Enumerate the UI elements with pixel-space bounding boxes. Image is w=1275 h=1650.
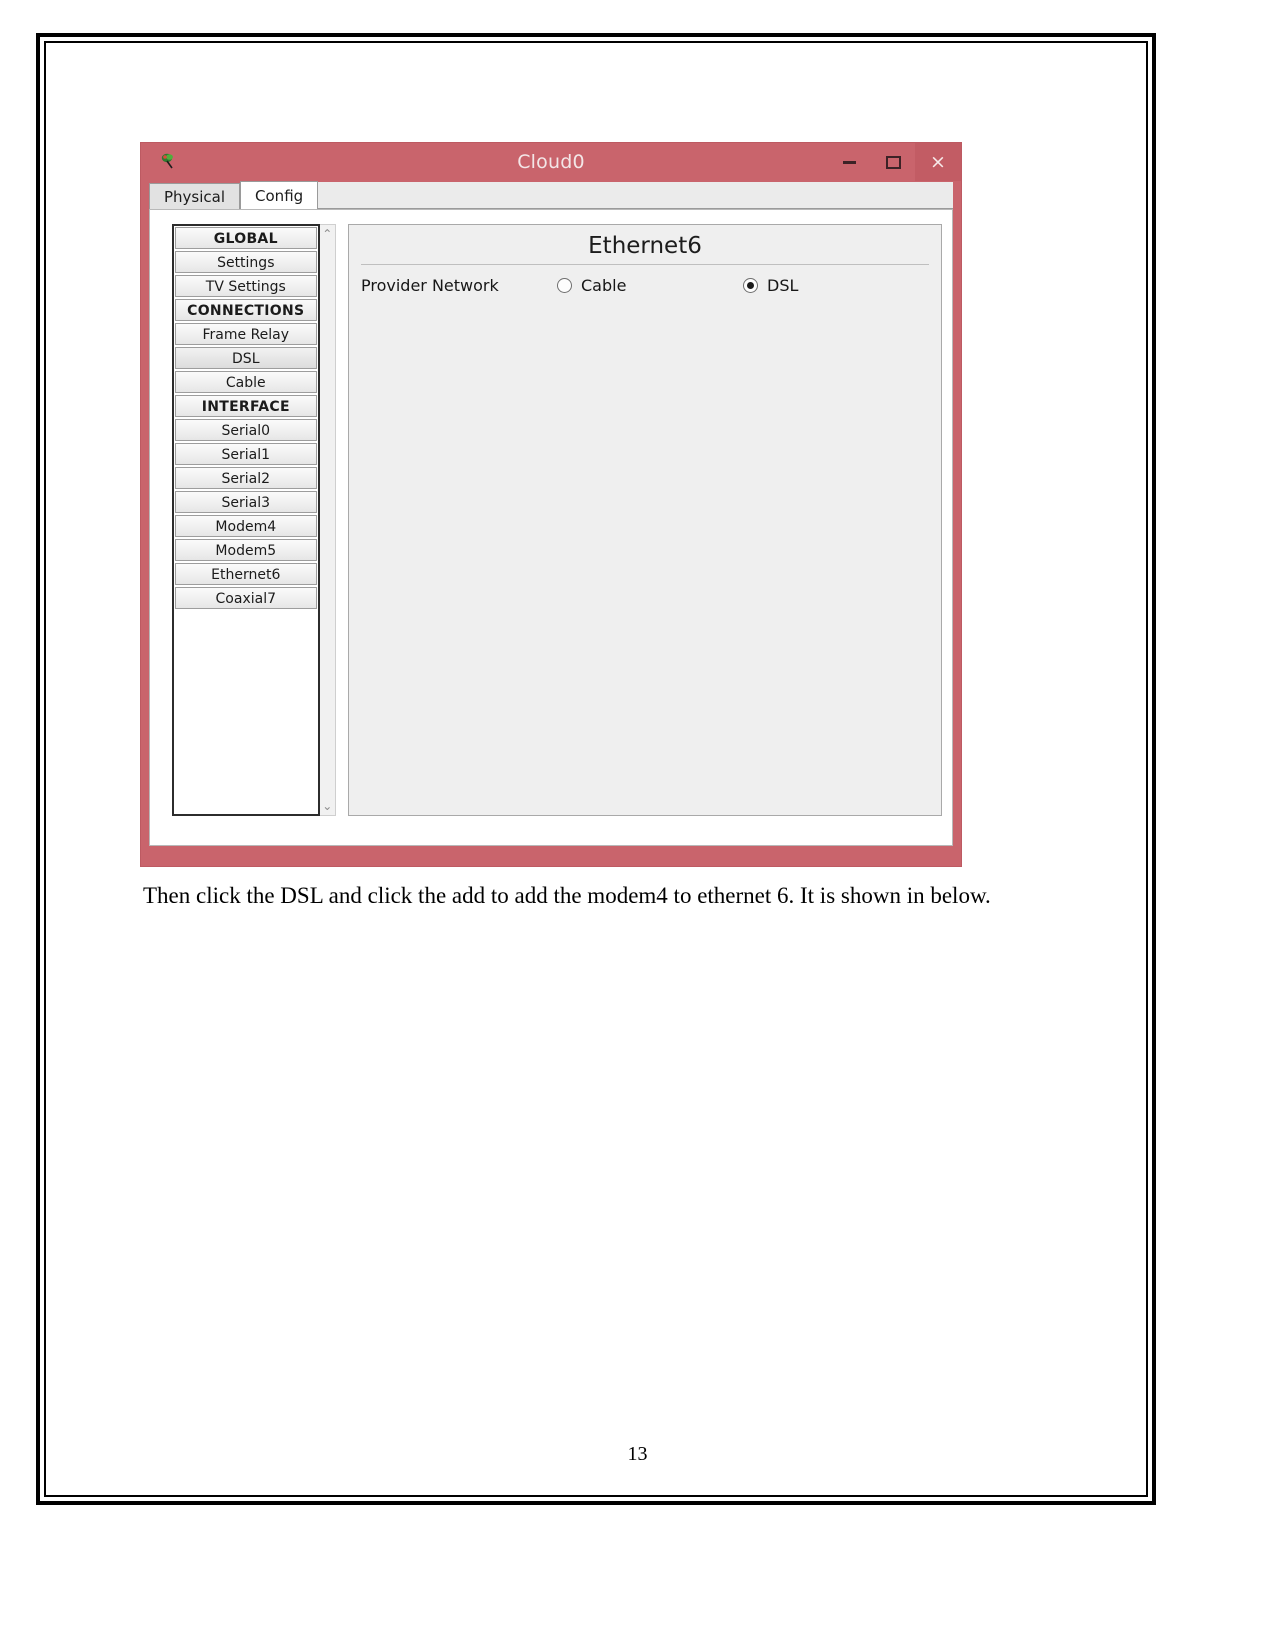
sidebar-item-serial1[interactable]: Serial1 [175,443,317,465]
sidebar-item-cable[interactable]: Cable [175,371,317,393]
provider-network-label: Provider Network [361,276,499,295]
sidebar-item-modem4[interactable]: Modem4 [175,515,317,537]
close-button[interactable]: × [915,143,961,181]
radio-dsl-label: DSL [767,276,799,295]
window-controls: × [827,143,961,181]
radio-dsl-icon[interactable] [743,278,758,293]
sidebar-vertical-scrollbar[interactable]: ⌃ ⌄ [319,224,336,816]
radio-option-cable[interactable]: Cable [557,276,743,295]
window-client-area: GLOBAL Settings TV Settings CONNECTIONS … [149,209,953,846]
sidebar-item-serial3[interactable]: Serial3 [175,491,317,513]
sidebar-item-dsl[interactable]: DSL [175,347,317,369]
config-panes: GLOBAL Settings TV Settings CONNECTIONS … [172,224,942,816]
sidebar-item-serial0[interactable]: Serial0 [175,419,317,441]
window-titlebar: Cloud0 × [141,143,961,181]
sidebar-item-settings[interactable]: Settings [175,251,317,273]
maximize-button[interactable] [871,143,915,181]
scroll-up-icon[interactable]: ⌃ [322,228,332,240]
panel-heading: Ethernet6 [361,233,929,265]
provider-network-row: Provider Network Cable DSL [361,276,929,295]
tabstrip-filler [318,182,953,209]
sidebar-item-interface[interactable]: INTERFACE [175,395,317,417]
tab-physical[interactable]: Physical [149,183,241,209]
config-sidebar-list[interactable]: GLOBAL Settings TV Settings CONNECTIONS … [172,224,320,816]
sidebar-item-frame-relay[interactable]: Frame Relay [175,323,317,345]
sidebar-item-ethernet6[interactable]: Ethernet6 [175,563,317,585]
sidebar-empty-space [175,611,317,813]
sidebar-item-tv-settings[interactable]: TV Settings [175,275,317,297]
figure-caption: Then click the DSL and click the add to … [143,883,991,908]
sidebar-item-serial2[interactable]: Serial2 [175,467,317,489]
minimize-icon [842,160,856,164]
packet-tracer-cloud-icon [159,152,179,172]
window-tabstrip: Physical Config [149,181,953,209]
radio-cable-icon[interactable] [557,278,572,293]
scroll-down-icon[interactable]: ⌄ [322,800,332,812]
minimize-button[interactable] [827,143,871,181]
maximize-icon [885,155,901,169]
sidebar-item-connections[interactable]: CONNECTIONS [175,299,317,321]
sidebar-item-modem5[interactable]: Modem5 [175,539,317,561]
tab-config[interactable]: Config [240,181,319,209]
sidebar-item-global[interactable]: GLOBAL [175,227,317,249]
interface-config-panel: Ethernet6 Provider Network Cable DSL [348,224,942,816]
cloud0-window: Cloud0 × Physical Config GLOBAL Settings… [140,142,962,867]
radio-cable-label: Cable [581,276,627,295]
radio-option-dsl[interactable]: DSL [743,276,929,295]
sidebar-item-coaxial7[interactable]: Coaxial7 [175,587,317,609]
page-number: 13 [627,1443,648,1465]
